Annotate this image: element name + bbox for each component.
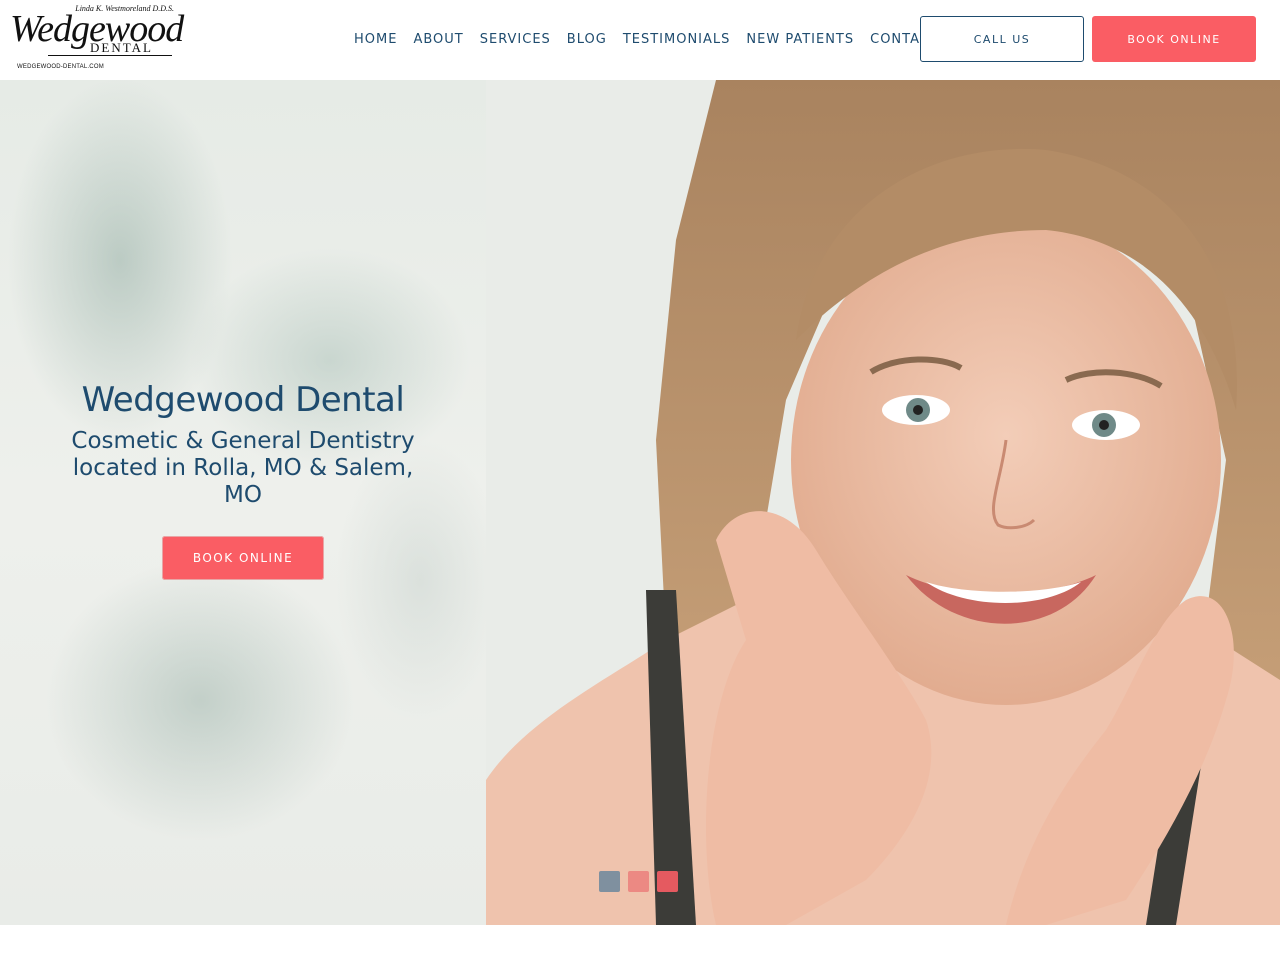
slider-dot-2[interactable] xyxy=(628,871,649,892)
slider-dots xyxy=(599,871,678,892)
hero-portrait-illustration xyxy=(486,80,1280,925)
nav-new-patients[interactable]: NEW PATIENTS xyxy=(746,30,854,50)
main-nav: HOME ABOUT SERVICES BLOG TESTIMONIALS NE… xyxy=(354,30,955,50)
hero-section: Wedgewood Dental Cosmetic & General Dent… xyxy=(0,80,1280,925)
page-bottom-strip xyxy=(0,925,1280,960)
book-online-header-button[interactable]: BOOK ONLINE xyxy=(1092,16,1256,62)
site-header: Linda K. Westmoreland D.D.S. Wedgewood D… xyxy=(0,0,1280,80)
logo[interactable]: Linda K. Westmoreland D.D.S. Wedgewood D… xyxy=(8,2,184,74)
nav-home[interactable]: HOME xyxy=(354,30,397,50)
slider-dot-3[interactable] xyxy=(657,871,678,892)
logo-url: WEDGEWOOD-DENTAL.COM xyxy=(17,64,104,70)
hero-photo-smiling-woman xyxy=(486,80,1280,925)
nav-services[interactable]: SERVICES xyxy=(480,30,551,50)
nav-testimonials[interactable]: TESTIMONIALS xyxy=(623,30,731,50)
nav-about[interactable]: ABOUT xyxy=(413,30,463,50)
logo-sub: DENTAL xyxy=(90,40,153,55)
call-us-button[interactable]: CALL US xyxy=(920,16,1084,62)
hero-subtitle: Cosmetic & General Dentistry located in … xyxy=(71,428,415,508)
slider-dot-1[interactable] xyxy=(599,871,620,892)
hero-title: Wedgewood Dental xyxy=(81,380,405,420)
book-online-hero-button[interactable]: BOOK ONLINE xyxy=(162,536,324,580)
nav-blog[interactable]: BLOG xyxy=(567,30,607,50)
